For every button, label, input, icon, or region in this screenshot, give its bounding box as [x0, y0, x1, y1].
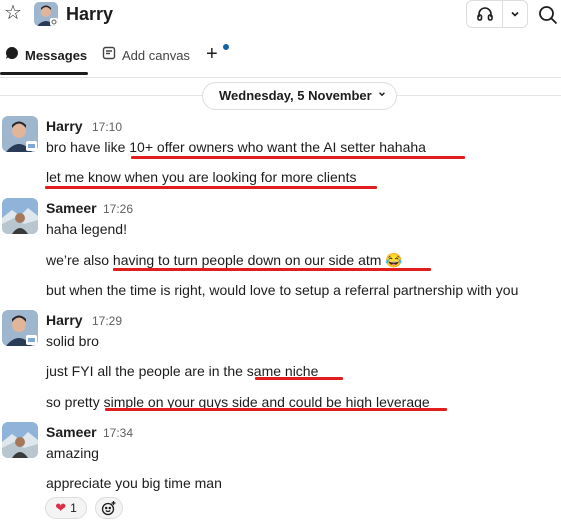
avatar[interactable] — [2, 310, 38, 346]
message-text: let me know when you are looking for mor… — [46, 169, 357, 185]
huddle-options-button[interactable] — [503, 1, 527, 27]
highlight-underline — [105, 408, 447, 411]
message-sender[interactable]: Sameer — [46, 199, 97, 217]
message-text: we’re also having to turn people down on… — [46, 252, 403, 268]
message-timestamp[interactable]: 17:29 — [92, 312, 122, 330]
channel-title[interactable]: Harry — [66, 3, 113, 25]
message-text: appreciate you big time man — [46, 475, 222, 491]
message-sender[interactable]: Sameer — [46, 423, 97, 441]
message-timestamp[interactable]: 17:10 — [92, 118, 122, 136]
huddle-control — [466, 0, 528, 28]
avatar[interactable] — [2, 198, 38, 234]
star-icon[interactable]: ☆ — [2, 2, 24, 24]
highlight-underline — [131, 156, 465, 159]
heart-icon: ❤ — [55, 500, 67, 515]
highlight-underline — [113, 268, 431, 271]
active-tab-indicator — [0, 72, 88, 75]
tab-add-canvas[interactable]: Add canvas — [102, 46, 190, 65]
tab-messages[interactable]: Messages — [0, 46, 88, 75]
add-tab-icon[interactable]: + — [206, 43, 218, 65]
message-timestamp[interactable]: 17:34 — [103, 424, 133, 442]
message-bubble-icon — [5, 46, 19, 65]
tab-label: Add canvas — [122, 47, 190, 63]
highlight-underline — [45, 186, 377, 189]
message-text: bro have like 10+ offer owners who want … — [46, 139, 426, 155]
date-label: Wednesday, 5 November — [219, 88, 372, 103]
message-text: amazing — [46, 445, 99, 461]
channel-header: ☆ Harry — [0, 0, 561, 32]
message-sender[interactable]: Harry — [46, 117, 83, 135]
chevron-down-icon — [511, 11, 519, 17]
chevron-down-icon — [378, 83, 386, 109]
reaction-heart[interactable]: ❤ 1 — [45, 497, 87, 519]
avatar[interactable] — [2, 422, 38, 458]
date-divider[interactable]: Wednesday, 5 November — [202, 82, 397, 110]
reaction-count: 1 — [70, 501, 77, 515]
avatar[interactable] — [34, 2, 58, 26]
message-text: haha legend! — [46, 221, 127, 237]
avatar[interactable] — [2, 116, 38, 152]
headphones-button[interactable] — [467, 1, 503, 27]
headphones-icon — [476, 7, 493, 21]
canvas-icon — [102, 46, 116, 65]
add-emoji-icon — [101, 501, 116, 516]
message-timestamp[interactable]: 17:26 — [103, 200, 133, 218]
message-sender[interactable]: Harry — [46, 311, 83, 329]
highlight-underline — [255, 377, 343, 380]
channel-tabs: Messages Add canvas + — [0, 38, 561, 78]
tab-label: Messages — [25, 47, 88, 63]
notification-dot — [223, 44, 229, 50]
add-reaction-button[interactable] — [95, 497, 123, 519]
message-text: solid bro — [46, 333, 99, 349]
search-icon[interactable] — [537, 4, 559, 26]
message-text: but when the time is right, would love t… — [46, 282, 519, 298]
